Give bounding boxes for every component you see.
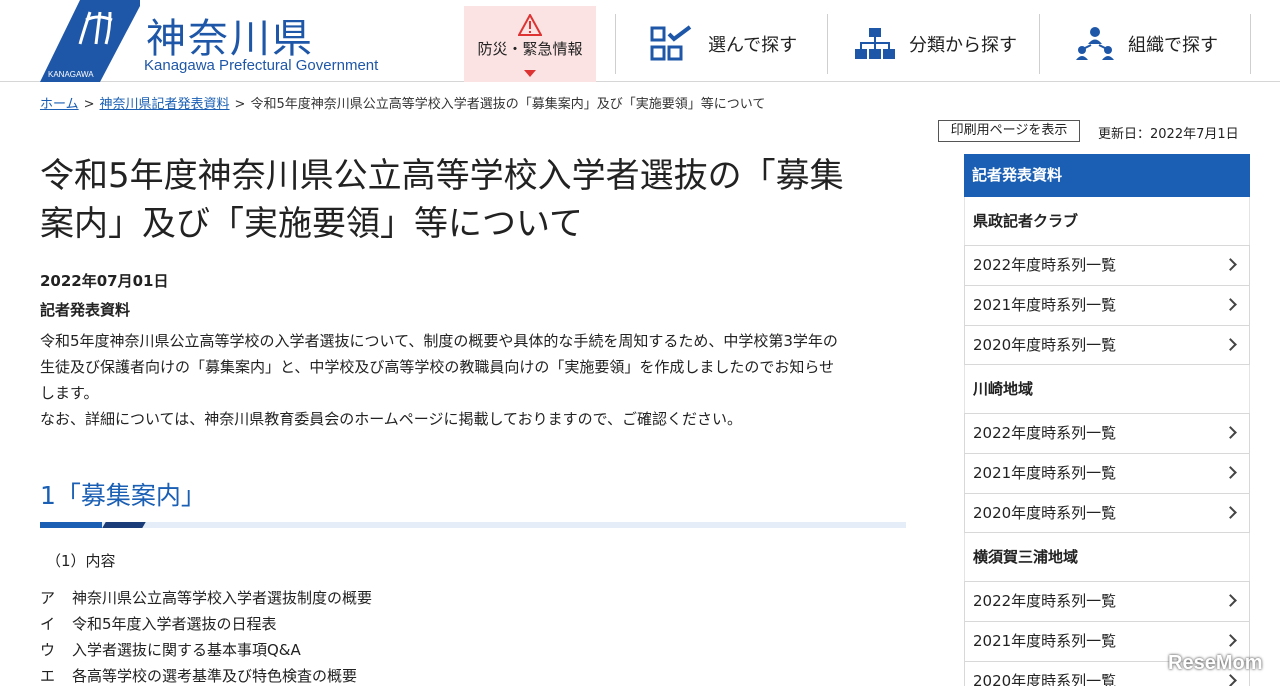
warning-icon (518, 14, 542, 36)
nav-category-search-label: 分類から探す (909, 35, 1017, 56)
nav-organization-search[interactable]: 組織で探す (1076, 14, 1218, 74)
sidebar-link[interactable]: 2022年度時系列一覧 (964, 245, 1250, 285)
intro-line: なお、詳細については、神奈川県教育委員会のホームページに掲載しておりますので、ご… (40, 410, 743, 428)
list-mark: イ (40, 615, 56, 633)
sidebar-link[interactable]: 2020年度時系列一覧 (964, 493, 1250, 533)
list-text: 各高等学校の選考基準及び特色検査の概要 (72, 667, 358, 685)
chevron-right-icon (1224, 426, 1237, 439)
nav-divider (615, 14, 616, 74)
sidebar-link-label: 2020年度時系列一覧 (973, 672, 1117, 686)
list-item: ア神奈川県公立高等学校入学者選抜制度の概要 (40, 585, 906, 611)
breadcrumb-separator: > (83, 97, 95, 112)
checklist-icon (650, 25, 692, 61)
nav-select-search[interactable]: 選んで探す (650, 14, 797, 74)
list-mark: エ (40, 667, 56, 685)
caret-down-icon (524, 70, 536, 77)
intro-line: 生徒及び保護者向けの「募集案内」と、中学校及び高等学校の教職員向けの「実施要領」… (40, 358, 835, 376)
list-item: エ各高等学校の選考基準及び特色検査の概要 (40, 663, 906, 686)
sidebar-group-title: 横須賀三浦地域 (964, 533, 1250, 581)
content-list: ア神奈川県公立高等学校入学者選抜制度の概要 イ令和5年度入学者選抜の日程表 ウ入… (40, 585, 906, 686)
main-content: 令和5年度神奈川県公立高等学校入学者選抜の「募集 案内」及び「実施要領」等につい… (40, 150, 906, 686)
list-item: イ令和5年度入学者選抜の日程表 (40, 611, 906, 637)
sidebar-link-label: 2020年度時系列一覧 (973, 504, 1117, 522)
page-title-line1: 令和5年度神奈川県公立高等学校入学者選抜の「募集 (40, 156, 844, 196)
chevron-right-icon (1224, 258, 1237, 271)
organization-icon (1076, 27, 1114, 60)
sidebar-link-label: 2022年度時系列一覧 (973, 256, 1117, 274)
sidebar-link-label: 2022年度時系列一覧 (973, 424, 1117, 442)
list-mark: ウ (40, 641, 56, 659)
section-heading: 1「募集案内」 (40, 481, 206, 510)
logo-small-text: KANAGAWA (48, 70, 94, 79)
sidebar-link[interactable]: 2022年度時系列一覧 (964, 581, 1250, 621)
chevron-right-icon (1224, 338, 1237, 351)
sidebar-heading[interactable]: 記者発表資料 (964, 154, 1250, 197)
sidebar-link-label: 2020年度時系列一覧 (973, 336, 1117, 354)
breadcrumb-parent-link[interactable]: 神奈川県記者発表資料 (100, 97, 230, 112)
intro-line: します。 (40, 384, 99, 402)
breadcrumb-home-link[interactable]: ホーム (40, 97, 79, 112)
emergency-info-button[interactable]: 防災・緊急情報 (464, 6, 596, 82)
breadcrumb-separator: > (234, 97, 246, 112)
nav-organization-search-label: 組織で探す (1128, 35, 1218, 56)
sidebar-link-label: 2022年度時系列一覧 (973, 592, 1117, 610)
nav-divider (1250, 14, 1251, 74)
page-title: 令和5年度神奈川県公立高等学校入学者選抜の「募集 案内」及び「実施要領」等につい… (40, 152, 906, 248)
emergency-label: 防災・緊急情報 (477, 40, 583, 58)
chevron-right-icon (1224, 506, 1237, 519)
nav-select-search-label: 選んで探す (708, 35, 798, 56)
chevron-right-icon (1224, 634, 1237, 647)
breadcrumb-current: 令和5年度神奈川県公立高等学校入学者選抜の「募集案内」及び「実施要領」等について (250, 97, 766, 112)
publish-date: 2022年07月01日 (40, 272, 169, 290)
page-title-line2: 案内」及び「実施要領」等について (40, 204, 583, 244)
kanagawa-logo-mark[interactable]: KANAGAWA (40, 0, 140, 82)
sidebar-group-title: 県政記者クラブ (964, 197, 1250, 245)
section-rule (40, 522, 906, 528)
subsection-heading: （1）内容 (46, 552, 116, 570)
intro-line: 令和5年度神奈川県公立高等学校の入学者選抜について、制度の概要や具体的な手続を周… (40, 332, 838, 350)
list-item: ウ入学者選抜に関する基本事項Q&A (40, 637, 906, 663)
list-mark: ア (40, 589, 56, 607)
updated-date: 更新日：2022年7月1日 (1098, 127, 1239, 142)
chevron-right-icon (1224, 466, 1237, 479)
breadcrumb: ホーム > 神奈川県記者発表資料 > 令和5年度神奈川県公立高等学校入学者選抜の「募集案… (40, 93, 765, 112)
site-header: KANAGAWA 神奈川県 Kanagawa Prefectural Gover… (0, 0, 1280, 82)
sidebar-link[interactable]: 2021年度時系列一覧 (964, 453, 1250, 493)
list-text: 神奈川県公立高等学校入学者選抜制度の概要 (72, 589, 373, 607)
document-kind: 記者発表資料 (40, 301, 131, 319)
nav-divider (827, 14, 828, 74)
nav-divider (1039, 14, 1040, 74)
sidebar-link[interactable]: 2022年度時系列一覧 (964, 413, 1250, 453)
print-page-button[interactable]: 印刷用ページを表示 (938, 120, 1080, 142)
sidebar-group-title: 川崎地域 (964, 365, 1250, 413)
sidebar-link-label: 2021年度時系列一覧 (973, 632, 1117, 650)
list-text: 令和5年度入学者選抜の日程表 (72, 615, 277, 633)
sidebar-link[interactable]: 2020年度時系列一覧 (964, 325, 1250, 365)
sidebar-link[interactable]: 2021年度時系列一覧 (964, 285, 1250, 325)
chevron-right-icon (1224, 674, 1237, 686)
watermark-logo: ReseMom (1168, 652, 1263, 674)
sidebar-link-label: 2021年度時系列一覧 (973, 464, 1117, 482)
nav-category-search[interactable]: 分類から探す (855, 14, 1017, 74)
intro-text: 令和5年度神奈川県公立高等学校の入学者選抜について、制度の概要や具体的な手続を周… (40, 328, 906, 432)
sidebar-link-label: 2021年度時系列一覧 (973, 296, 1117, 314)
site-name-ja[interactable]: 神奈川県 (146, 6, 314, 64)
sitemap-icon (855, 28, 895, 59)
site-name-en[interactable]: Kanagawa Prefectural Government (144, 57, 378, 74)
list-text: 入学者選抜に関する基本事項Q&A (72, 641, 301, 659)
chevron-right-icon (1224, 298, 1237, 311)
chevron-right-icon (1224, 594, 1237, 607)
sidebar: 記者発表資料 県政記者クラブ 2022年度時系列一覧 2021年度時系列一覧 2… (964, 154, 1250, 686)
